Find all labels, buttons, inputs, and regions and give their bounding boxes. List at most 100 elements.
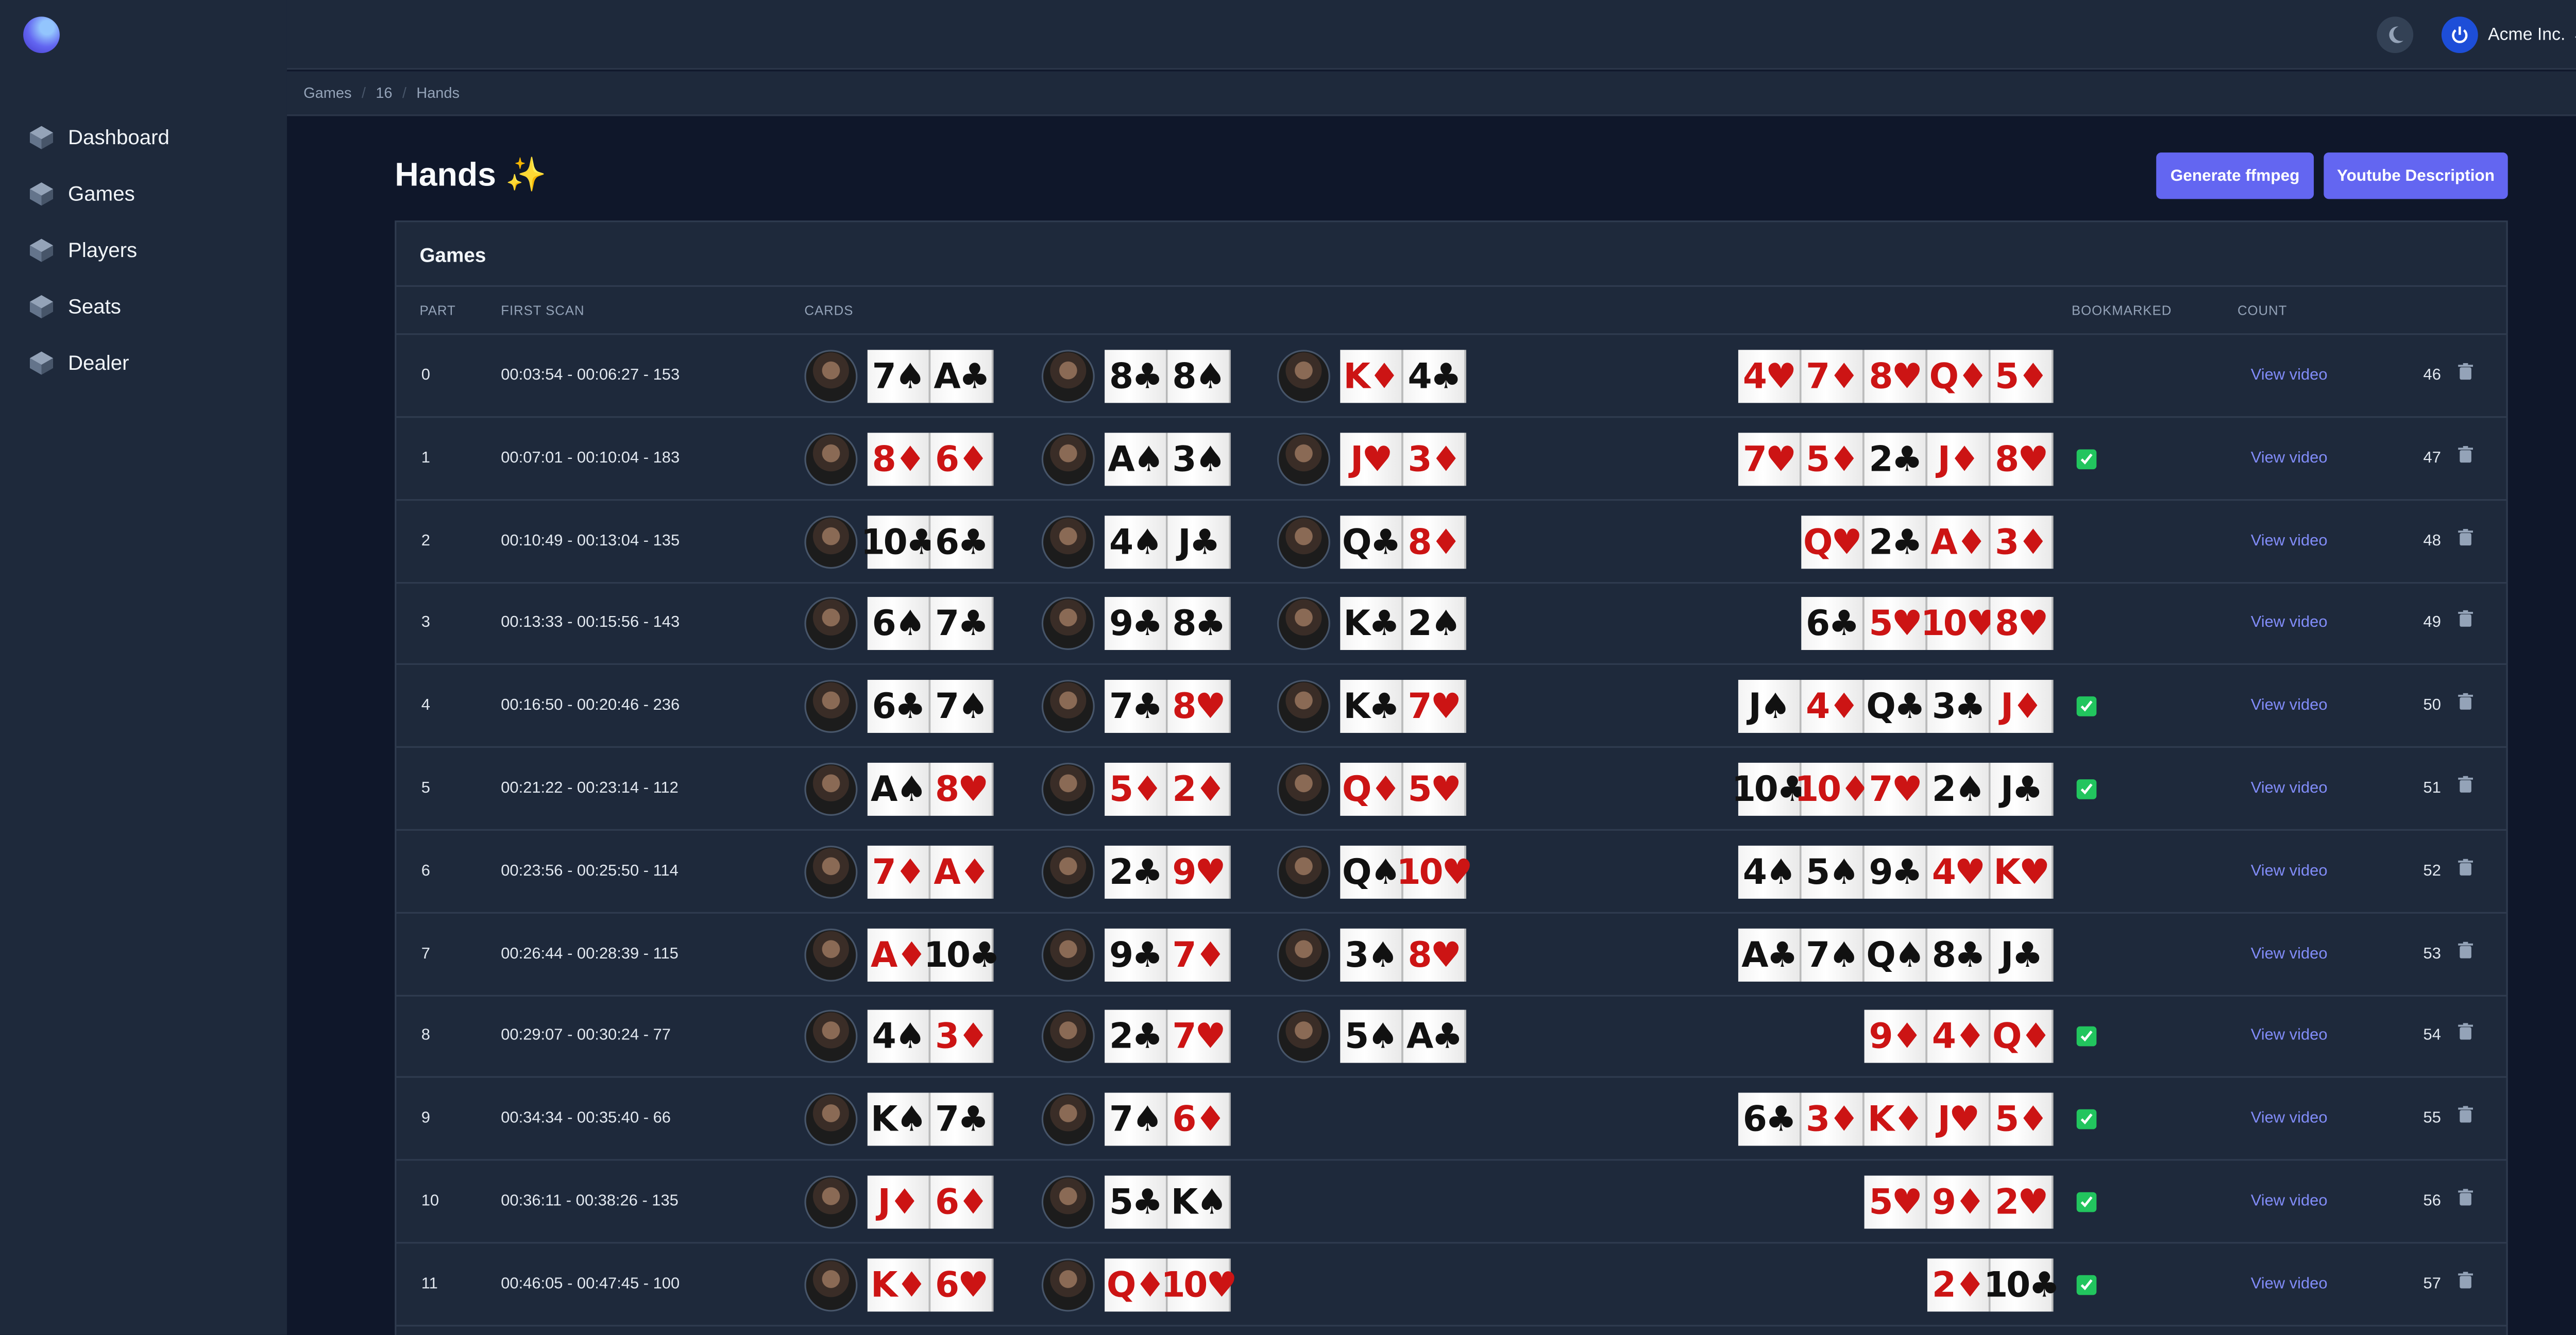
trash-icon[interactable] — [2458, 528, 2478, 552]
player-hand: 8♣ 8♠ — [1105, 350, 1231, 403]
part-cell: 9 — [421, 1109, 430, 1128]
player-hand: 7♣ 8♥ — [1105, 680, 1231, 733]
board-cards: J♠ 4♦ Q♣ 3♣ J♦ — [1738, 680, 2054, 733]
playing-card: 4♥ — [1738, 350, 1802, 403]
sidebar-item-games[interactable]: Games — [0, 166, 287, 222]
theme-toggle-button[interactable] — [2377, 16, 2414, 54]
board-cards: 6♣ 5♥ 10♥ 8♥ — [1801, 597, 2054, 651]
bookmark-checkbox[interactable] — [2076, 779, 2097, 799]
count-cell: 54 — [2423, 1027, 2441, 1046]
generate-ffmpeg-button[interactable]: Generate ffmpeg — [2156, 152, 2314, 199]
check-icon — [2080, 700, 2093, 712]
bookmark-checkbox[interactable] — [2076, 1275, 2097, 1295]
youtube-description-button[interactable]: Youtube Description — [2324, 152, 2508, 199]
table-row: 3 00:13:33 - 00:15:56 - 143 6♠ 7♣ 9♣ 8♣ K♣ 2♠ 6♣… — [396, 583, 2506, 666]
view-video-link[interactable]: View video — [2251, 532, 2328, 550]
bookmark-checkbox[interactable] — [2076, 696, 2097, 717]
view-video-link[interactable]: View video — [2251, 697, 2328, 715]
user-menu[interactable]: Acme Inc. ⌄ — [2441, 15, 2576, 55]
first-scan-cell: 00:10:49 - 00:13:04 - 135 — [501, 532, 680, 550]
trash-icon[interactable] — [2458, 693, 2478, 716]
playing-card: 6♥ — [930, 1258, 994, 1311]
breadcrumb-game-id[interactable]: 16 — [376, 84, 392, 101]
player-avatar — [804, 1258, 858, 1311]
player-hand: A♠ 8♥ — [867, 762, 994, 816]
view-video-link[interactable]: View video — [2251, 1275, 2328, 1293]
playing-card: 8♥ — [1403, 928, 1466, 981]
playing-card: 2♦ — [1167, 762, 1231, 816]
view-video-link[interactable]: View video — [2251, 449, 2328, 467]
first-scan-cell: 00:13:33 - 00:15:56 - 143 — [501, 614, 680, 632]
trash-icon[interactable] — [2458, 363, 2478, 386]
player-hand: 7♠ A♣ — [867, 350, 994, 403]
trash-icon[interactable] — [2458, 776, 2478, 799]
player-avatar — [1041, 432, 1095, 486]
sidebar-item-dashboard[interactable]: Dashboard — [0, 109, 287, 165]
player-avatar — [804, 1010, 858, 1064]
count-cell: 47 — [2423, 449, 2441, 468]
part-cell: 4 — [421, 696, 430, 715]
sidebar-item-seats[interactable]: Seats — [0, 279, 287, 335]
player-avatar — [1041, 1093, 1095, 1146]
first-scan-cell: 00:34:34 - 00:35:40 - 66 — [501, 1109, 671, 1128]
playing-card: K♦ — [1864, 1093, 1927, 1146]
view-video-link[interactable]: View video — [2251, 1192, 2328, 1210]
view-video-link[interactable]: View video — [2251, 945, 2328, 963]
playing-card: 10♣ — [1732, 762, 1808, 816]
player-avatar — [1041, 1175, 1095, 1229]
bookmark-checkbox[interactable] — [2076, 1027, 2097, 1047]
player-avatar — [1277, 515, 1330, 568]
view-video-link[interactable]: View video — [2251, 1109, 2328, 1127]
playing-card: K♠ — [867, 1093, 931, 1146]
trash-icon[interactable] — [2458, 446, 2478, 469]
view-video-link[interactable]: View video — [2251, 779, 2328, 797]
page-title: Hands ✨ — [395, 157, 547, 194]
sidebar-item-players[interactable]: Players — [0, 222, 287, 278]
playing-card: 10♥ — [1161, 1258, 1238, 1311]
playing-card: 2♣ — [1105, 1010, 1168, 1064]
power-icon — [2441, 16, 2478, 54]
playing-card: 5♥ — [1864, 1175, 1927, 1229]
playing-card: 3♣ — [1927, 680, 1991, 733]
playing-card: 2♥ — [1990, 1175, 2054, 1229]
playing-card: Q♦ — [1105, 1258, 1168, 1311]
bookmark-checkbox[interactable] — [2076, 1109, 2097, 1130]
breadcrumb-games[interactable]: Games — [303, 84, 351, 101]
breadcrumb-separator: / — [361, 84, 366, 101]
player-avatar — [1277, 762, 1330, 816]
trash-icon[interactable] — [2458, 610, 2478, 634]
trash-icon[interactable] — [2458, 1271, 2478, 1295]
trash-icon[interactable] — [2458, 941, 2478, 964]
playing-card: 10♣ — [1984, 1258, 2060, 1311]
board-cards: 10♣ 10♦ 7♥ 2♠ J♣ — [1732, 762, 2054, 816]
playing-card: A♦ — [867, 928, 931, 981]
playing-card: 4♠ — [867, 1010, 931, 1064]
sidebar-item-dealer[interactable]: Dealer — [0, 335, 287, 391]
trash-icon[interactable] — [2458, 1106, 2478, 1129]
playing-card: J♦ — [1990, 680, 2054, 733]
playing-card: 3♦ — [930, 1010, 994, 1064]
view-video-link[interactable]: View video — [2251, 862, 2328, 880]
playing-card: 9♦ — [1864, 1010, 1927, 1064]
view-video-link[interactable]: View video — [2251, 614, 2328, 632]
player-hand: 5♦ 2♦ — [1105, 762, 1231, 816]
view-video-link[interactable]: View video — [2251, 366, 2328, 384]
part-cell: 0 — [421, 366, 430, 385]
bookmark-checkbox[interactable] — [2076, 449, 2097, 469]
table-row: 5 00:21:22 - 00:23:14 - 112 A♠ 8♥ 5♦ 2♦ Q♦ 5♥ 10… — [396, 748, 2506, 831]
bookmark-checkbox[interactable] — [2076, 1192, 2097, 1212]
playing-card: 3♦ — [1403, 432, 1466, 486]
player-hand: 2♣ 9♥ — [1105, 845, 1231, 899]
player-hand: 5♣ K♠ — [1105, 1175, 1231, 1229]
check-icon — [2080, 453, 2093, 465]
trash-icon[interactable] — [2458, 1023, 2478, 1047]
trash-icon[interactable] — [2458, 1189, 2478, 1212]
playing-card: 4♥ — [1927, 845, 1991, 899]
view-video-link[interactable]: View video — [2251, 1027, 2328, 1045]
trash-icon[interactable] — [2458, 858, 2478, 882]
playing-card: J♣ — [1990, 762, 2054, 816]
playing-card: K♣ — [1340, 597, 1403, 651]
breadcrumb-hands: Hands — [416, 84, 460, 101]
app-logo[interactable] — [23, 16, 60, 54]
board-cards: 5♥ 9♦ 2♥ — [1864, 1175, 2054, 1229]
